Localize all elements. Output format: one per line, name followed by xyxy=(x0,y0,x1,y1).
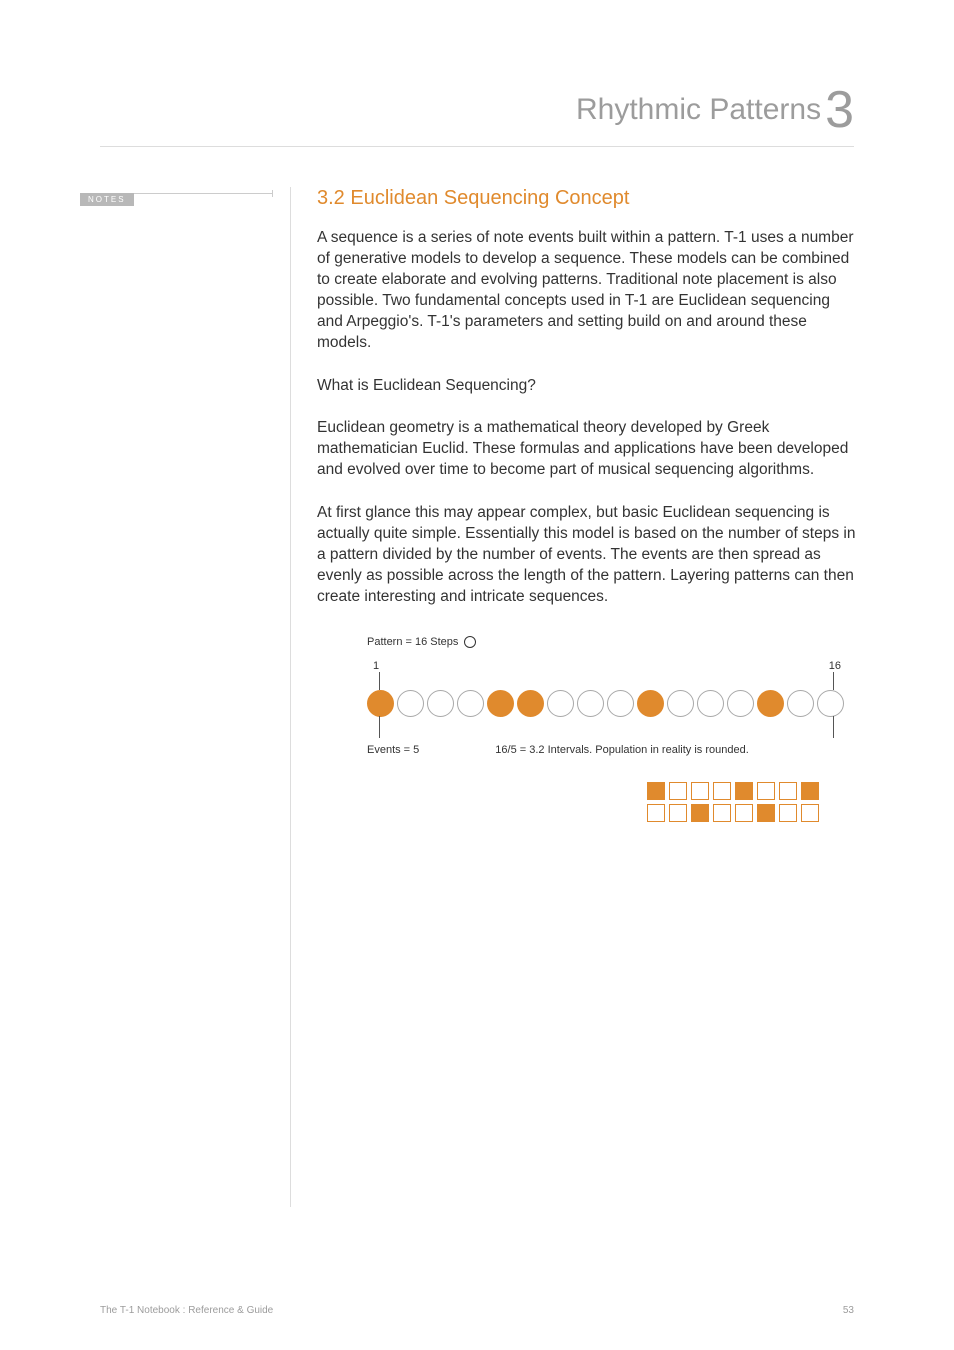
grid-top-cell-4 xyxy=(713,782,731,800)
axis-numbers: 1 16 xyxy=(367,660,843,674)
step-14 xyxy=(757,690,784,717)
grid-bottom-cell-6 xyxy=(757,804,775,822)
axis-end: 16 xyxy=(829,660,841,672)
chapter-header: Rhythmic Patterns3 xyxy=(100,80,854,147)
grid-top-cell-1 xyxy=(647,782,665,800)
step-row-wrap xyxy=(367,674,857,738)
section-title: 3.2 Euclidean Sequencing Concept xyxy=(317,187,857,210)
grid-bottom-cell-4 xyxy=(713,804,731,822)
events-label: Events = 5 xyxy=(367,744,419,756)
notes-margin: NOTES xyxy=(100,187,290,1207)
events-row: Events = 5 16/5 = 3.2 Intervals. Populat… xyxy=(367,744,857,756)
footer-left: The T-1 Notebook : Reference & Guide xyxy=(100,1305,273,1316)
grid-top-cell-5 xyxy=(735,782,753,800)
grid-row-top xyxy=(647,782,857,800)
page-footer: The T-1 Notebook : Reference & Guide 53 xyxy=(100,1305,854,1316)
intro-paragraph: A sequence is a series of note events bu… xyxy=(317,228,857,354)
step-row xyxy=(367,690,844,717)
step-13 xyxy=(727,690,754,717)
notes-tab: NOTES xyxy=(80,193,134,206)
empty-step-icon xyxy=(464,636,476,648)
step-5 xyxy=(487,690,514,717)
tick-start-top xyxy=(379,672,380,690)
step-8 xyxy=(577,690,604,717)
tick-start-bot xyxy=(379,716,380,738)
small-grid xyxy=(647,782,857,822)
step-9 xyxy=(607,690,634,717)
grid-bottom-cell-5 xyxy=(735,804,753,822)
grid-bottom-cell-2 xyxy=(669,804,687,822)
step-1 xyxy=(367,690,394,717)
grid-bottom-cell-1 xyxy=(647,804,665,822)
pattern-label-row: Pattern = 16 Steps xyxy=(367,636,857,648)
axis-start: 1 xyxy=(373,660,379,672)
grid-bottom-cell-7 xyxy=(779,804,797,822)
step-10 xyxy=(637,690,664,717)
grid-top-cell-3 xyxy=(691,782,709,800)
events-label-row: Events = 5 xyxy=(367,744,425,756)
euclidean-figure: Pattern = 16 Steps 1 16 xyxy=(367,636,857,822)
interval-text: 16/5 = 3.2 Intervals. Population in real… xyxy=(495,744,748,756)
step-16 xyxy=(817,690,844,717)
notes-tick xyxy=(272,190,273,197)
chapter-number: 3 xyxy=(825,81,854,139)
notes-rule xyxy=(134,193,272,194)
grid-bottom-cell-3 xyxy=(691,804,709,822)
grid-top-cell-2 xyxy=(669,782,687,800)
chapter-title: Rhythmic Patterns xyxy=(576,93,821,126)
axis: 1 16 Events = 5 xyxy=(367,660,857,756)
grid-bottom-cell-8 xyxy=(801,804,819,822)
step-2 xyxy=(397,690,424,717)
step-6 xyxy=(517,690,544,717)
grid-top-cell-7 xyxy=(779,782,797,800)
grid-top-cell-6 xyxy=(757,782,775,800)
tick-end-top xyxy=(833,672,834,690)
step-11 xyxy=(667,690,694,717)
paragraph-2: Euclidean geometry is a mathematical the… xyxy=(317,418,857,481)
tick-end-bot xyxy=(833,716,834,738)
main-column: 3.2 Euclidean Sequencing Concept A seque… xyxy=(290,187,857,1207)
grid-row-bottom xyxy=(647,804,857,822)
grid-top-cell-8 xyxy=(801,782,819,800)
footer-page: 53 xyxy=(843,1305,854,1316)
step-3 xyxy=(427,690,454,717)
subheading-question: What is Euclidean Sequencing? xyxy=(317,376,857,397)
pattern-label: Pattern = 16 Steps xyxy=(367,636,458,648)
step-15 xyxy=(787,690,814,717)
step-12 xyxy=(697,690,724,717)
paragraph-3: At first glance this may appear complex,… xyxy=(317,503,857,608)
step-7 xyxy=(547,690,574,717)
step-4 xyxy=(457,690,484,717)
